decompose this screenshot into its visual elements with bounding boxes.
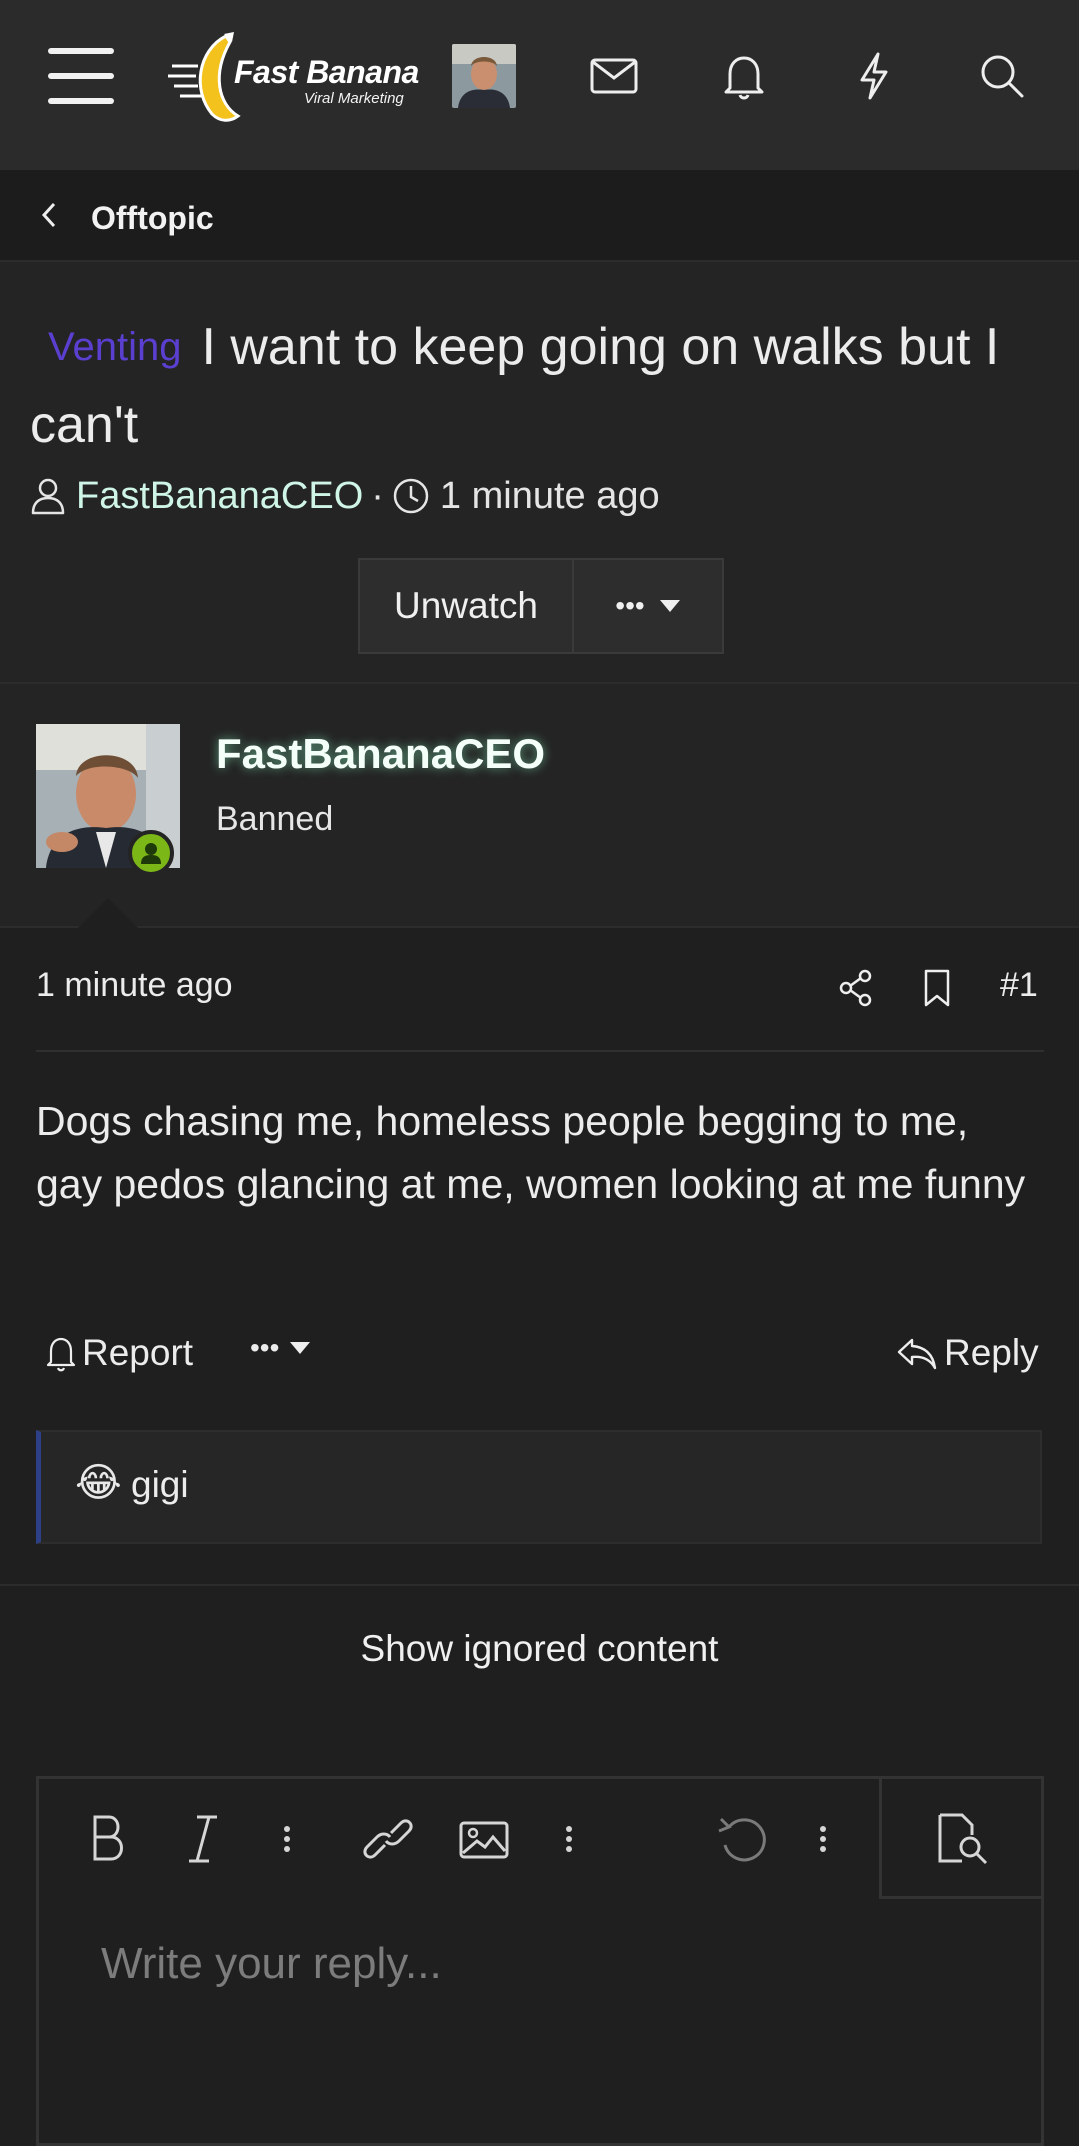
thread-actions: Unwatch ••• (358, 558, 724, 654)
italic-icon[interactable] (183, 1809, 223, 1869)
inbox-icon[interactable] (588, 50, 640, 102)
meta-separator: · (371, 474, 384, 517)
thread-more-button[interactable]: ••• (574, 560, 722, 652)
user-icon (31, 478, 65, 515)
post-user-block: FastBananaCEO Banned (0, 684, 1079, 928)
menu-icon[interactable] (48, 48, 114, 104)
logo-subtitle: Viral Marketing (304, 90, 404, 107)
image-icon[interactable] (457, 1809, 511, 1869)
text-more-icon[interactable] (279, 1809, 295, 1869)
reply-label: Reply (944, 1332, 1039, 1373)
thread-title: Venting I want to keep going on walks but… (30, 310, 1050, 462)
online-status-badge (128, 830, 174, 876)
message-arrow (78, 898, 138, 928)
thread-author-link[interactable]: FastBananaCEO (76, 475, 363, 518)
reply-editor: Write your reply... (36, 1776, 1044, 2146)
clock-icon (393, 478, 429, 514)
bell-icon[interactable] (718, 50, 770, 102)
thread-prefix[interactable]: Venting (48, 325, 181, 369)
account-avatar[interactable] (452, 44, 516, 108)
preview-toggle[interactable] (879, 1779, 1044, 1899)
thread-meta: FastBananaCEO · 1 minute ago (30, 474, 660, 518)
whats-new-bolt-icon[interactable] (848, 50, 900, 102)
report-button[interactable]: Report (44, 1332, 193, 1374)
logo-title: Fast Banana (234, 54, 419, 90)
show-ignored-content-link[interactable]: Show ignored content (0, 1628, 1079, 1670)
post-number-link[interactable]: #1 (1000, 966, 1038, 1005)
editor-more-icon[interactable] (815, 1809, 831, 1869)
chevron-left-icon (41, 202, 56, 228)
user-title: Banned (216, 800, 334, 838)
thread-header: Venting I want to keep going on walks but… (0, 262, 1079, 684)
section-divider (0, 1584, 1079, 1586)
reply-button[interactable]: Reply (896, 1332, 1039, 1374)
breadcrumb-label[interactable]: Offtopic (91, 200, 214, 237)
post-more-dots: ••• (250, 1332, 280, 1363)
thread-time[interactable]: 1 minute ago (440, 475, 660, 518)
post-divider (36, 1050, 1044, 1052)
reaction-user[interactable]: gigi (131, 1464, 189, 1506)
post-more-button[interactable]: ••• (250, 1332, 311, 1364)
search-icon[interactable] (976, 50, 1028, 102)
report-bell-icon (46, 1337, 76, 1372)
reply-icon (897, 1338, 937, 1370)
insert-more-icon[interactable] (561, 1809, 577, 1869)
post-caret-down-icon (290, 1342, 311, 1354)
post-username[interactable]: FastBananaCEO (216, 730, 545, 778)
top-header: Fast Banana Viral Marketing (0, 0, 1079, 170)
post-message: Dogs chasing me, homeless people begging… (36, 1098, 1026, 1207)
link-icon[interactable] (361, 1809, 415, 1869)
breadcrumb[interactable]: Offtopic (0, 170, 1079, 262)
site-logo[interactable]: Fast Banana Viral Marketing (168, 30, 419, 126)
more-dots: ••• (615, 590, 645, 621)
reply-input[interactable]: Write your reply... (101, 1939, 442, 1989)
preview-icon (938, 1813, 988, 1865)
undo-icon[interactable] (715, 1809, 767, 1869)
report-label: Report (82, 1332, 194, 1373)
share-icon[interactable] (838, 968, 874, 1008)
unwatch-button[interactable]: Unwatch (360, 560, 574, 652)
bookmark-icon[interactable] (922, 968, 952, 1008)
post-date[interactable]: 1 minute ago (36, 966, 233, 1005)
laughing-reaction-icon: 😂 (75, 1461, 122, 1505)
caret-down-icon (659, 600, 680, 612)
reactions-bar[interactable]: 😂 gigi (36, 1430, 1042, 1544)
bold-icon[interactable] (87, 1809, 131, 1869)
